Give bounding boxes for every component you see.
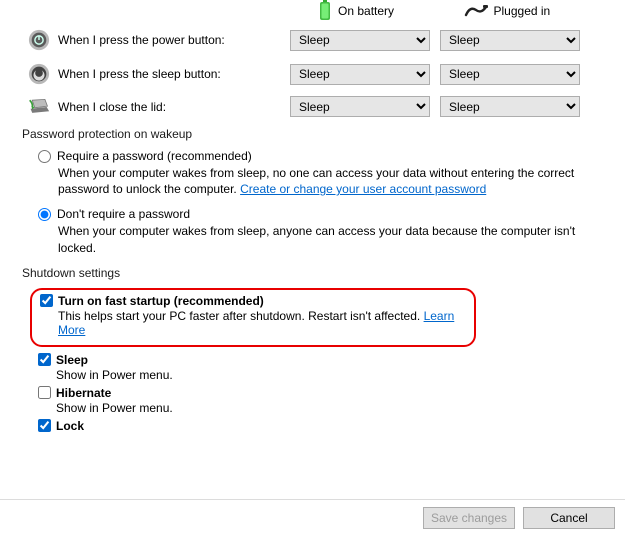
close-lid-label: When I close the lid: <box>50 100 290 114</box>
power-button-battery-select[interactable]: Do nothingSleepHibernateShut down <box>290 30 430 51</box>
plug-icon <box>464 4 488 18</box>
sleep-button-plugged-select[interactable]: Do nothingSleepHibernateShut down <box>440 64 580 85</box>
laptop-lid-icon <box>22 97 50 117</box>
password-section-title: Password protection on wakeup <box>22 127 603 141</box>
hibernate-label: Hibernate <box>56 386 111 400</box>
close-lid-plugged-select[interactable]: Do nothingSleepHibernateShut down <box>440 96 580 117</box>
battery-icon <box>318 0 332 22</box>
column-on-battery: On battery <box>318 0 458 22</box>
row-power-button: When I press the power button: Do nothin… <box>22 28 603 52</box>
dont-require-password-radio-row: Don't require a password <box>38 207 603 221</box>
sleep-label: Sleep <box>56 353 88 367</box>
lock-checkbox[interactable] <box>38 419 51 432</box>
cancel-button[interactable]: Cancel <box>523 507 615 529</box>
fast-startup-highlight: Turn on fast startup (recommended) This … <box>30 288 476 347</box>
dialog-footer: Save changes Cancel <box>0 499 625 536</box>
fast-startup-label: Turn on fast startup (recommended) <box>58 294 264 308</box>
hibernate-checkbox[interactable] <box>38 386 51 399</box>
fast-startup-checkbox[interactable] <box>40 294 53 307</box>
sleep-checkbox[interactable] <box>38 353 51 366</box>
hibernate-desc: Show in Power menu. <box>38 401 603 415</box>
save-changes-button[interactable]: Save changes <box>423 507 515 529</box>
shutdown-section-title: Shutdown settings <box>22 266 603 280</box>
sleep-button-label: When I press the sleep button: <box>50 67 290 81</box>
sleep-button-battery-select[interactable]: Do nothingSleepHibernateShut down <box>290 64 430 85</box>
plugged-in-label: Plugged in <box>494 4 551 18</box>
sleep-desc: Show in Power menu. <box>38 368 603 382</box>
require-password-radio[interactable] <box>38 150 51 163</box>
dont-require-password-radio[interactable] <box>38 208 51 221</box>
on-battery-label: On battery <box>338 4 394 18</box>
require-password-desc: When your computer wakes from sleep, no … <box>38 165 603 197</box>
fast-startup-desc: This helps start your PC faster after sh… <box>40 309 464 337</box>
row-close-lid: When I close the lid: Do nothingSleepHib… <box>22 96 603 117</box>
dont-require-password-label: Don't require a password <box>57 207 190 221</box>
column-plugged-in: Plugged in <box>464 0 604 22</box>
require-password-radio-row: Require a password (recommended) <box>38 149 603 163</box>
power-button-plugged-select[interactable]: Do nothingSleepHibernateShut down <box>440 30 580 51</box>
power-button-icon <box>22 28 50 52</box>
row-sleep-button: When I press the sleep button: Do nothin… <box>22 62 603 86</box>
require-password-label: Require a password (recommended) <box>57 149 252 163</box>
dont-require-password-desc: When your computer wakes from sleep, any… <box>38 223 603 255</box>
create-change-password-link[interactable]: Create or change your user account passw… <box>240 182 486 196</box>
lock-label: Lock <box>56 419 84 433</box>
sleep-button-icon <box>22 62 50 86</box>
close-lid-battery-select[interactable]: Do nothingSleepHibernateShut down <box>290 96 430 117</box>
power-button-label: When I press the power button: <box>50 33 290 47</box>
